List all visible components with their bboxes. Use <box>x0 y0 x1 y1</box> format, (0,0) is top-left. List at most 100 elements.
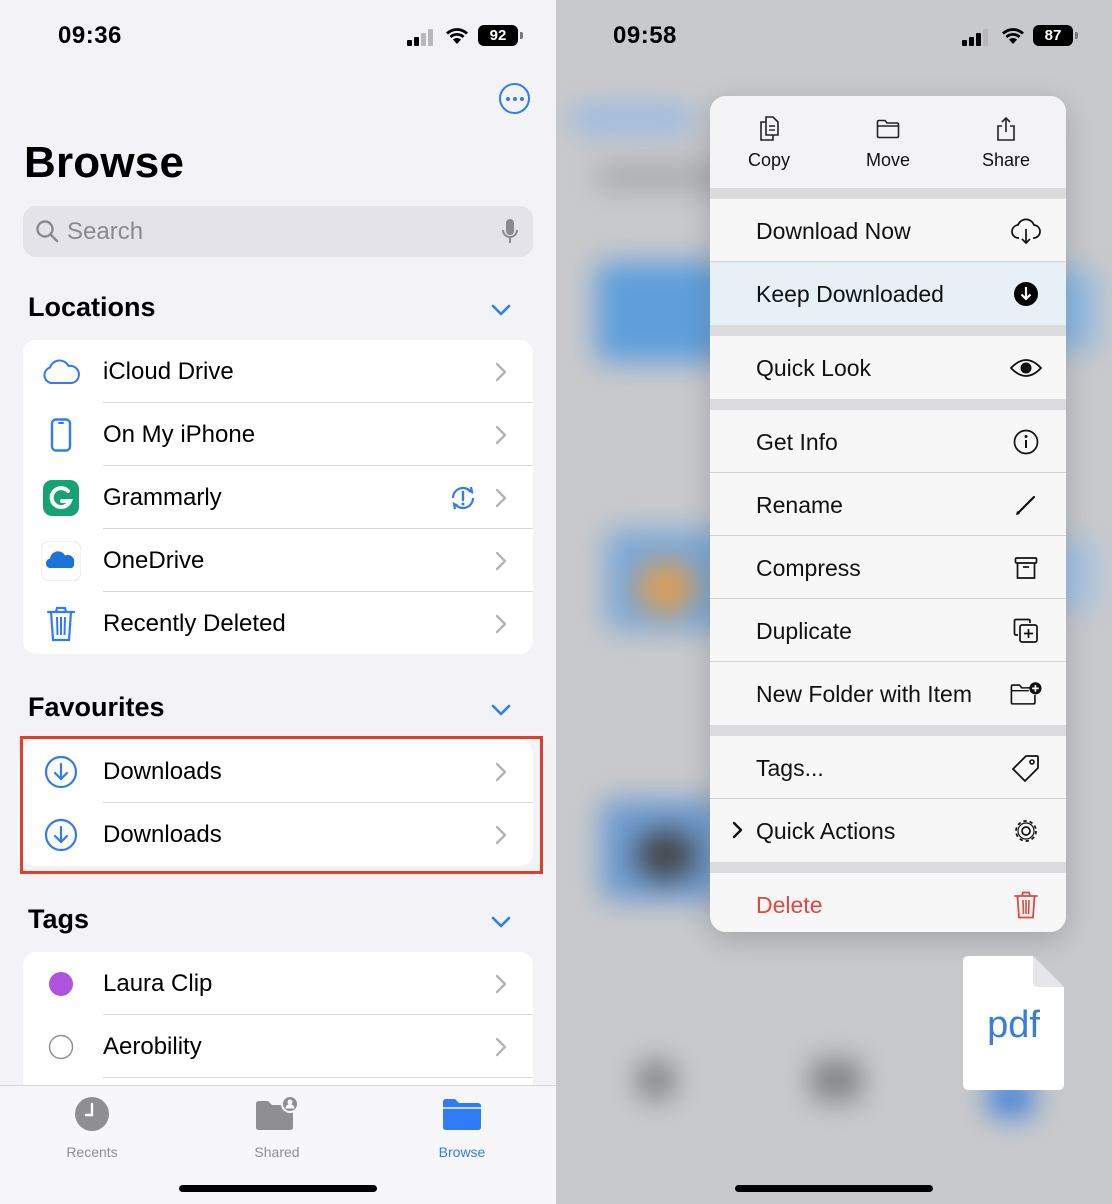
menu-item-label: Duplicate <box>756 618 852 644</box>
file-type-label: pdf <box>987 1004 1040 1046</box>
pdf-file-preview[interactable]: pdf <box>963 956 1064 1090</box>
menu-item-download-now[interactable]: Download Now <box>710 199 1066 262</box>
dot-icon <box>519 96 524 101</box>
chevron-right-icon <box>495 1037 507 1057</box>
menu-item-get-info[interactable]: Get Info <box>710 410 1066 473</box>
menu-item-label: Rename <box>756 492 843 518</box>
wifi-icon <box>446 28 468 44</box>
chevron-right-icon <box>495 614 507 634</box>
menu-item-label: Delete <box>756 892 823 918</box>
blurred-background <box>572 108 692 130</box>
chevron-down-icon[interactable] <box>490 703 512 717</box>
search-bar[interactable] <box>23 206 533 257</box>
action-label: Move <box>865 150 910 170</box>
location-item-on-my-iphone[interactable]: On My iPhone <box>23 403 533 466</box>
clock-icon <box>75 1097 109 1131</box>
folder-outline-icon <box>876 119 900 139</box>
status-time: 09:58 <box>613 22 677 49</box>
chevron-down-icon[interactable] <box>490 915 512 929</box>
iphone-icon <box>50 418 72 452</box>
location-item-recently-deleted[interactable]: Recently Deleted <box>23 592 533 654</box>
blurred-tab-icon <box>636 1060 676 1100</box>
shared-folder-icon <box>256 1096 299 1130</box>
download-filled-icon <box>1014 282 1038 306</box>
locations-list: iCloud Drive On My iPhone Grammarly OneD… <box>23 340 533 654</box>
menu-item-label: Quick Look <box>756 355 872 381</box>
section-header-locations: Locations <box>28 292 156 322</box>
menu-item-label: Quick Actions <box>756 818 896 844</box>
section-header-tags: Tags <box>28 904 90 934</box>
location-label: iCloud Drive <box>103 358 234 385</box>
menu-item-quick-look[interactable]: Quick Look <box>710 336 1066 399</box>
location-label: Grammarly <box>103 484 222 511</box>
location-label: Recently Deleted <box>103 610 286 637</box>
location-label: OneDrive <box>103 547 205 574</box>
tab-recents[interactable]: Recents <box>22 1094 162 1160</box>
tab-browse[interactable]: Browse <box>392 1094 532 1160</box>
status-time: 09:36 <box>58 22 122 49</box>
share-icon <box>997 116 1015 141</box>
archive-box-icon <box>1014 557 1038 579</box>
tag-item-aerobility[interactable]: Aerobility <box>23 1015 533 1078</box>
microphone-icon[interactable] <box>501 218 519 246</box>
page-title: Browse <box>24 138 185 187</box>
context-menu-screen: 09:58 87 Copy Move Share Download Now Ke… <box>556 0 1112 1204</box>
tag-color-dot-icon <box>49 972 73 996</box>
menu-item-delete[interactable]: Delete <box>710 873 1066 932</box>
menu-item-label: Get Info <box>756 429 838 455</box>
gear-icon <box>1015 820 1037 842</box>
menu-item-label: Download Now <box>756 218 911 244</box>
menu-item-label: New Folder with Item <box>756 681 973 707</box>
eye-icon <box>1010 359 1042 377</box>
more-options-button[interactable] <box>499 83 530 114</box>
search-input[interactable] <box>67 214 487 249</box>
tab-label: Recents <box>66 1144 118 1160</box>
tag-label: Aerobility <box>103 1033 202 1060</box>
location-item-grammarly[interactable]: Grammarly <box>23 466 533 529</box>
chevron-right-icon <box>732 821 743 839</box>
tab-label: Shared <box>254 1144 300 1160</box>
tag-color-dot-icon <box>48 1034 74 1060</box>
blurred-image <box>636 560 696 615</box>
menu-item-new-folder-with-item[interactable]: New Folder with Item <box>710 662 1066 725</box>
chevron-right-icon <box>495 488 507 508</box>
menu-item-tags[interactable]: Tags... <box>710 736 1066 799</box>
blurred-tab-icon <box>811 1060 861 1100</box>
cellular-signal-icon <box>407 28 435 46</box>
location-label: On My iPhone <box>103 421 256 448</box>
trash-icon <box>1014 891 1038 919</box>
search-icon <box>36 220 59 243</box>
location-item-icloud-drive[interactable]: iCloud Drive <box>23 340 533 403</box>
tab-shared[interactable]: Shared <box>207 1094 347 1160</box>
chevron-right-icon <box>495 425 507 445</box>
menu-item-label: Compress <box>756 555 861 581</box>
copy-button[interactable]: Copy <box>719 116 819 171</box>
tag-label: Laura Clip <box>103 970 213 997</box>
grammarly-icon <box>43 480 79 516</box>
context-menu: Copy Move Share Download Now Keep Downlo… <box>710 96 1066 932</box>
location-item-onedrive[interactable]: OneDrive <box>23 529 533 592</box>
menu-item-compress[interactable]: Compress <box>710 536 1066 599</box>
share-button[interactable]: Share <box>956 116 1056 171</box>
copy-icon <box>760 116 779 141</box>
menu-item-duplicate[interactable]: Duplicate <box>710 599 1066 662</box>
onedrive-icon <box>41 541 81 581</box>
blurred-image <box>636 830 696 880</box>
quick-action-row: Copy Move Share <box>710 96 1066 188</box>
status-bar: 09:36 92 <box>0 0 556 70</box>
menu-item-label: Tags... <box>756 755 824 781</box>
tab-label: Browse <box>438 1144 486 1160</box>
menu-item-keep-downloaded[interactable]: Keep Downloaded <box>710 262 1066 325</box>
home-indicator <box>179 1185 377 1192</box>
cloud-download-icon <box>1011 218 1041 245</box>
battery-icon: 92 <box>478 25 523 46</box>
menu-item-quick-actions[interactable]: Quick Actions <box>710 799 1066 862</box>
tag-item-laura-clip[interactable]: Laura Clip <box>23 952 533 1015</box>
blurred-folder <box>596 262 726 362</box>
chevron-down-icon[interactable] <box>490 303 512 317</box>
action-label: Share <box>981 150 1031 170</box>
move-button[interactable]: Move <box>838 116 938 171</box>
wifi-icon <box>1002 28 1024 44</box>
trash-icon <box>46 606 76 642</box>
menu-item-rename[interactable]: Rename <box>710 473 1066 536</box>
